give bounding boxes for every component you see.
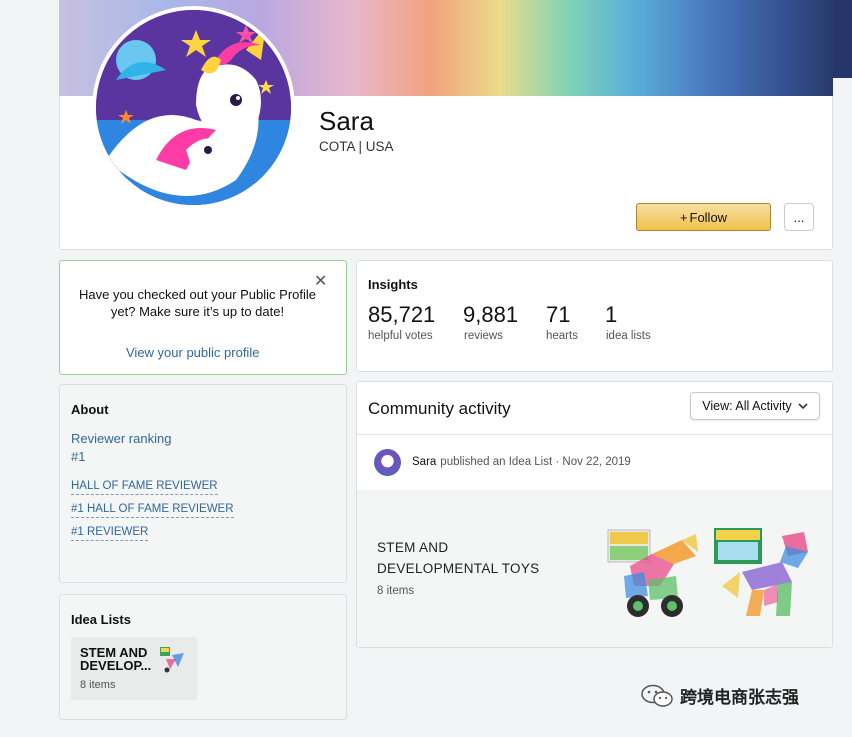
hearts-label: hearts xyxy=(546,330,578,342)
activity-view-label: View: All Activity xyxy=(702,399,792,413)
activity-item-title-line1: STEM AND xyxy=(377,540,449,555)
plus-icon: + xyxy=(679,209,688,225)
avatar[interactable] xyxy=(92,6,295,209)
divider xyxy=(357,434,832,435)
idea-list-name: STEM AND DEVELOP... xyxy=(80,645,152,673)
activity-user-name[interactable]: Sara xyxy=(412,456,436,468)
follow-button[interactable]: + Follow xyxy=(636,203,771,231)
about-title: About xyxy=(71,402,109,417)
activity-view-dropdown[interactable]: View: All Activity xyxy=(690,392,820,420)
badge-1-hall-of-fame[interactable]: #1 HALL OF FAME REVIEWER xyxy=(71,502,234,518)
hearts-value: 71 xyxy=(546,302,571,327)
idea-lists-label: idea lists xyxy=(606,330,651,342)
close-icon[interactable]: ✕ xyxy=(314,271,327,291)
watermark: 跨境电商张志强 xyxy=(640,683,799,708)
toy-thumbnail-icon xyxy=(160,647,184,673)
more-options-button[interactable]: ... xyxy=(784,203,814,231)
toy-magnetic-dog-image xyxy=(714,528,808,616)
page-margin xyxy=(0,0,59,96)
badge-1-reviewer[interactable]: #1 REVIEWER xyxy=(71,525,149,541)
follow-label: Follow xyxy=(689,209,728,225)
activity-user-avatar[interactable] xyxy=(374,449,401,476)
banner-edge xyxy=(833,0,852,78)
badge-hall-of-fame[interactable]: HALL OF FAME REVIEWER xyxy=(71,479,218,495)
profile-name: Sara xyxy=(319,106,374,136)
idea-list-count: 8 items xyxy=(80,679,116,691)
insights-title: Insights xyxy=(368,277,418,292)
chevron-down-icon xyxy=(798,402,808,409)
activity-item-title: STEM AND DEVELOPMENTAL TOYS xyxy=(377,537,539,579)
unicorn-avatar-image xyxy=(96,10,291,205)
helpful-votes-label: helpful votes xyxy=(368,330,433,342)
idea-lists-value: 1 xyxy=(605,302,618,327)
activity-item-title-line2: DEVELOPMENTAL TOYS xyxy=(377,561,540,576)
view-public-profile-link[interactable]: View your public profile xyxy=(126,345,259,360)
idea-lists-title: Idea Lists xyxy=(71,612,131,627)
public-profile-prompt-text: Have you checked out your Public Profile… xyxy=(78,287,316,319)
activity-item-count: 8 items xyxy=(377,585,415,597)
reviews-value: 9,881 xyxy=(463,302,519,327)
watermark-text: 跨境电商张志强 xyxy=(680,688,799,707)
toy-excavator-image xyxy=(607,529,698,617)
profile-location: COTA | USA xyxy=(319,139,394,154)
community-activity-title: Community activity xyxy=(368,399,511,418)
activity-action: published an Idea List · Nov 22, 2019 xyxy=(440,456,631,468)
helpful-votes-value: 85,721 xyxy=(368,302,436,327)
wechat-icon xyxy=(641,684,673,707)
activity-meta: Sara published an Idea List · Nov 22, 201… xyxy=(412,456,631,468)
reviewer-ranking-link[interactable]: Reviewer ranking xyxy=(71,431,171,446)
reviewer-ranking-value[interactable]: #1 xyxy=(71,449,85,464)
reviews-label: reviews xyxy=(464,330,503,342)
